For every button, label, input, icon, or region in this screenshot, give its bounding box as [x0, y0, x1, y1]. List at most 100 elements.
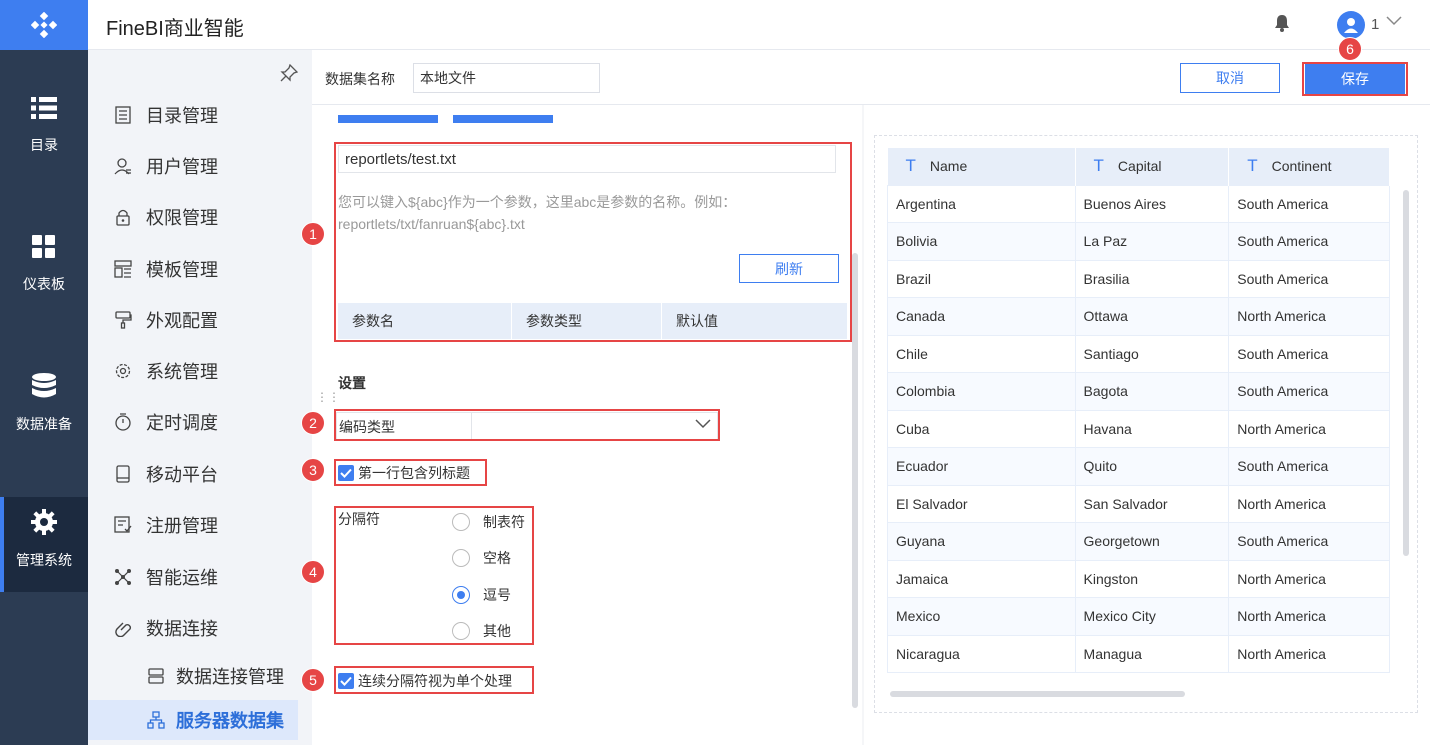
user-name[interactable]: 1	[1371, 16, 1379, 33]
table-cell: Nicaragua	[887, 634, 1076, 673]
radio-icon	[452, 622, 470, 640]
preview-table: T Name T Capital T Continent Argentina Bueno…	[887, 148, 1390, 673]
encoding-label: 编码类型	[339, 419, 395, 435]
user-icon	[112, 155, 134, 177]
radio-icon	[452, 549, 470, 567]
column-header[interactable]: T Name	[887, 148, 1076, 185]
sidebar-item-catalog[interactable]: 目录管理	[112, 100, 218, 130]
lock-icon	[112, 206, 134, 228]
table-row[interactable]: Mexico Mexico City North America	[887, 597, 1390, 636]
table-row[interactable]: Jamaica Kingston North America	[887, 559, 1390, 598]
horizontal-scrollbar[interactable]	[890, 691, 1185, 697]
table-cell: El Salvador	[887, 484, 1076, 523]
sidebar-item-users[interactable]: 用户管理	[112, 151, 218, 181]
table-row[interactable]: Argentina Buenos Aires South America	[887, 184, 1390, 223]
sidebar-item-appearance[interactable]: 外观配置	[112, 305, 218, 335]
table-cell: North America	[1228, 484, 1390, 523]
nav-item-data-prep[interactable]: 数据准备	[0, 373, 88, 463]
text-type-icon: T	[1247, 156, 1258, 176]
sidebar-item-label: 系统管理	[146, 362, 218, 382]
table-row[interactable]: Chile Santiago South America	[887, 334, 1390, 373]
sidebar-item-templates[interactable]: 模板管理	[112, 254, 218, 284]
table-row[interactable]: Ecuador Quito South America	[887, 447, 1390, 486]
table-cell: South America	[1228, 372, 1390, 411]
nav-item-catalog[interactable]: 目录	[0, 96, 88, 186]
dataset-toolbar: 数据集名称 取消 保存	[312, 50, 1430, 105]
logo-icon	[31, 12, 57, 38]
delimiter-option-space[interactable]: 空格	[452, 548, 511, 568]
delimiter-option-label: 其他	[483, 623, 511, 639]
column-header[interactable]: T Capital	[1075, 148, 1230, 185]
timer-icon	[112, 411, 134, 433]
database-icon	[32, 373, 56, 398]
table-row[interactable]: Colombia Bagota South America	[887, 372, 1390, 411]
sidebar-item-ops[interactable]: 智能运维	[112, 562, 218, 592]
annotation-marker: 1	[301, 222, 325, 246]
vertical-scrollbar[interactable]	[1403, 190, 1409, 556]
encoding-select[interactable]	[471, 412, 719, 440]
first-row-header-checkbox[interactable]: 第一行包含列标题	[338, 463, 470, 483]
nav-item-dashboard[interactable]: 仪表板	[0, 235, 88, 325]
sidebar-item-data-connection[interactable]: 数据连接	[112, 613, 218, 643]
sidebar-item-register[interactable]: 注册管理	[112, 510, 218, 540]
table-cell: North America	[1228, 634, 1390, 673]
sidebar-item-label: 移动平台	[146, 465, 218, 485]
sidebar-item-schedule[interactable]: 定时调度	[112, 407, 218, 437]
pin-icon[interactable]	[280, 64, 298, 82]
merge-delimiters-checkbox[interactable]: 连续分隔符视为单个处理	[338, 671, 512, 691]
sidebar-item-permissions[interactable]: 权限管理	[112, 202, 218, 232]
bell-icon[interactable]	[1274, 14, 1290, 32]
nav-item-admin[interactable]: 管理系统	[0, 497, 88, 592]
table-cell: Brazil	[887, 259, 1076, 298]
admin-sidebar: 目录管理 用户管理 权限管理 模板管理 外观配置 系统管理 定时调度 移动平台 …	[88, 50, 312, 745]
toolbar-button-stub[interactable]	[338, 115, 438, 123]
radio-selected-icon	[452, 586, 470, 604]
sidebar-item-mobile[interactable]: 移动平台	[112, 459, 218, 489]
param-column-default: 默认值	[662, 303, 848, 339]
param-column-name: 参数名	[338, 303, 512, 339]
save-button[interactable]: 保存	[1305, 64, 1405, 94]
avatar[interactable]	[1337, 11, 1365, 39]
gear-icon	[31, 509, 57, 535]
cancel-button[interactable]: 取消	[1180, 63, 1280, 93]
table-cell: Bolivia	[887, 222, 1076, 261]
brush-icon	[112, 309, 134, 331]
toolbar-button-stub[interactable]	[453, 115, 553, 123]
table-row[interactable]: Nicaragua Managua North America	[887, 634, 1390, 673]
chevron-down-icon[interactable]	[1386, 16, 1402, 26]
table-cell: Buenos Aires	[1074, 184, 1230, 223]
column-header[interactable]: T Continent	[1228, 148, 1390, 185]
table-cell: Guyana	[887, 522, 1076, 561]
sidebar-item-system[interactable]: 系统管理	[112, 356, 218, 386]
checkbox-checked-icon	[338, 673, 354, 689]
table-row[interactable]: Canada Ottawa North America	[887, 297, 1390, 336]
table-cell: Bagota	[1074, 372, 1230, 411]
table-row[interactable]: Brazil Brasilia South America	[887, 259, 1390, 298]
annotation-marker: 5	[301, 668, 325, 692]
table-cell: Chile	[887, 334, 1076, 373]
table-row[interactable]: Cuba Havana North America	[887, 409, 1390, 448]
text-type-icon: T	[1093, 156, 1104, 176]
sidebar-subitem-server-dataset[interactable]: 服务器数据集	[88, 700, 298, 740]
vertical-scrollbar[interactable]	[852, 253, 858, 708]
refresh-button[interactable]: 刷新	[739, 254, 839, 283]
delimiter-option-tab[interactable]: 制表符	[452, 512, 525, 532]
table-row[interactable]: Bolivia La Paz South America	[887, 222, 1390, 261]
table-cell: Ottawa	[1074, 297, 1230, 336]
table-row[interactable]: El Salvador San Salvador North America	[887, 484, 1390, 523]
finebi-logo[interactable]	[0, 0, 88, 50]
list-icon	[31, 97, 57, 119]
resize-handle[interactable]: ⋮⋮	[316, 390, 340, 404]
sidebar-item-label: 数据连接	[146, 619, 218, 639]
table-cell: La Paz	[1074, 222, 1230, 261]
table-row[interactable]: Guyana Georgetown South America	[887, 522, 1390, 561]
table-cell: Canada	[887, 297, 1076, 336]
sidebar-item-label: 注册管理	[146, 516, 218, 536]
file-path-input[interactable]	[338, 145, 836, 173]
dataset-name-input[interactable]	[413, 63, 600, 93]
table-cell: Ecuador	[887, 447, 1076, 486]
merge-delimiters-label: 连续分隔符视为单个处理	[358, 673, 512, 689]
sidebar-subitem-connection-manage[interactable]: 数据连接管理	[146, 661, 284, 691]
delimiter-option-other[interactable]: 其他	[452, 621, 511, 641]
delimiter-option-comma[interactable]: 逗号	[452, 585, 511, 605]
